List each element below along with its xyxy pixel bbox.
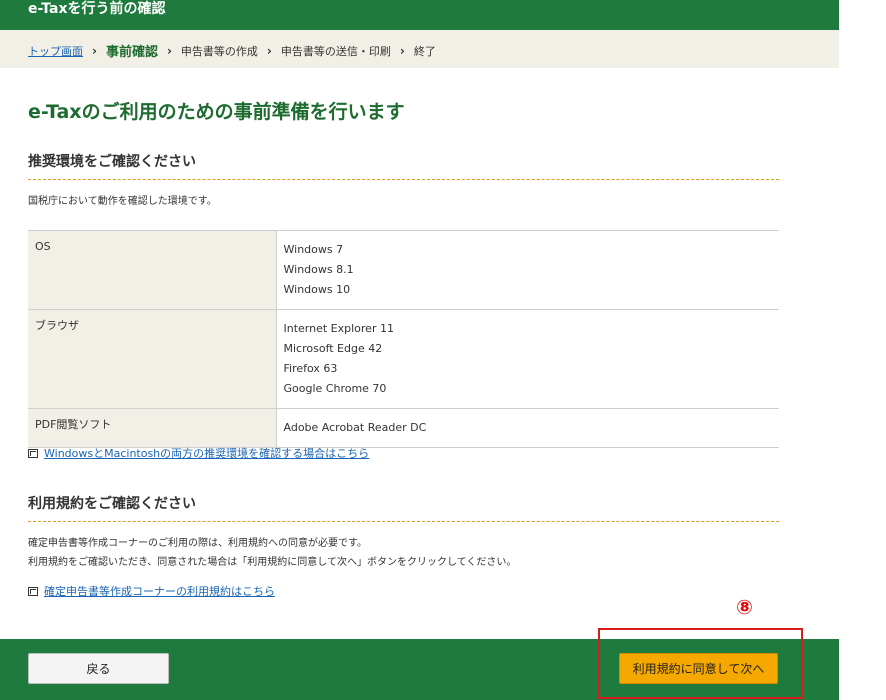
- breadcrumb-step-send-print: 申告書等の送信・印刷: [280, 44, 391, 58]
- env-table: OS Windows 7 Windows 8.1 Windows 10 ブラウザ…: [28, 230, 779, 448]
- terms-link-text[interactable]: 確定申告書等作成コーナーの利用規約はこちら: [44, 583, 275, 599]
- env-detail-link-text[interactable]: WindowsとMacintoshの両方の推奨環境を確認する場合はこちら: [44, 445, 369, 461]
- chevron-right-icon: ›: [166, 43, 172, 58]
- agree-and-next-button[interactable]: 利用規約に同意して次へ: [619, 653, 778, 684]
- env-value: Google Chrome 70: [283, 382, 387, 395]
- table-row: PDF閲覧ソフト Adobe Acrobat Reader DC: [28, 408, 779, 448]
- terms-link[interactable]: 確定申告書等作成コーナーの利用規約はこちら: [28, 583, 275, 599]
- new-window-icon: [28, 586, 38, 596]
- breadcrumb-top-link[interactable]: トップ画面: [28, 43, 83, 59]
- env-value: Internet Explorer 11: [283, 322, 394, 335]
- chevron-right-icon: ›: [266, 43, 272, 58]
- breadcrumb-step-create: 申告書等の作成: [180, 44, 258, 58]
- env-detail-link[interactable]: WindowsとMacintoshの両方の推奨環境を確認する場合はこちら: [28, 445, 369, 461]
- env-value: Windows 8.1: [283, 263, 354, 276]
- table-row: OS Windows 7 Windows 8.1 Windows 10: [28, 230, 779, 310]
- env-description: 国税庁において動作を確認した環境です。: [28, 196, 217, 207]
- page-title: e-Taxのご利用のための事前準備を行います: [28, 101, 405, 123]
- env-value: Microsoft Edge 42: [283, 342, 383, 355]
- env-value: Windows 7: [283, 243, 344, 256]
- annotation-step-marker: ⑧: [736, 595, 753, 619]
- env-key-os: OS: [35, 240, 51, 253]
- terms-description-line2: 利用規約をご確認いただき、同意された場合は「利用規約に同意して次へ」ボタンをクリ…: [28, 557, 517, 568]
- env-key-browser: ブラウザ: [35, 319, 79, 332]
- env-section-title: 推奨環境をご確認ください: [28, 151, 779, 180]
- breadcrumb-current-step: 事前確認: [105, 45, 158, 60]
- header-title: e-Taxを行う前の確認: [28, 1, 166, 17]
- table-row: ブラウザ Internet Explorer 11 Microsoft Edge…: [28, 309, 779, 409]
- new-window-icon: [28, 448, 38, 458]
- env-key-pdf: PDF閲覧ソフト: [35, 418, 112, 431]
- terms-description-line1: 確定申告書等作成コーナーのご利用の際は、利用規約への同意が必要です。: [28, 538, 367, 549]
- app-header: e-Taxを行う前の確認: [0, 0, 839, 30]
- terms-section-title: 利用規約をご確認ください: [28, 493, 779, 522]
- back-button[interactable]: 戻る: [28, 653, 169, 684]
- env-value: Windows 10: [283, 283, 351, 296]
- env-value: Firefox 63: [283, 362, 338, 375]
- chevron-right-icon: ›: [399, 43, 405, 58]
- chevron-right-icon: ›: [92, 43, 97, 58]
- env-value: Adobe Acrobat Reader DC: [283, 421, 427, 434]
- breadcrumb: トップ画面 › 事前確認 › 申告書等の作成 › 申告書等の送信・印刷 › 終了: [0, 30, 839, 68]
- breadcrumb-step-end: 終了: [413, 44, 436, 58]
